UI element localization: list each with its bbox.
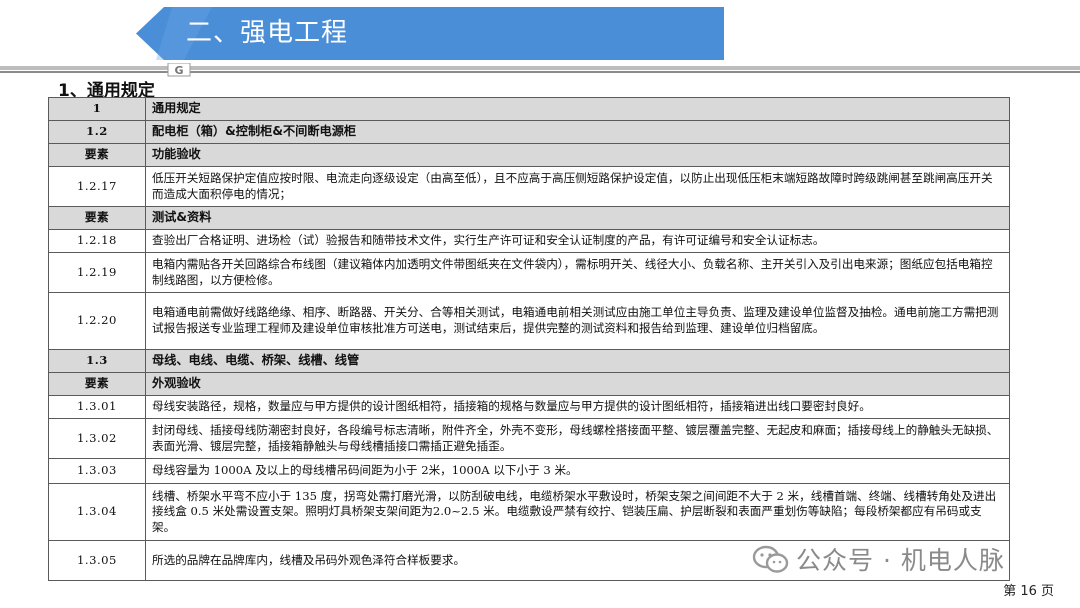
row-code: 1.2.19	[48, 252, 146, 293]
row-code: 1.3	[48, 349, 146, 373]
header-divider: G	[0, 63, 1080, 77]
logo-letter: G	[174, 64, 183, 77]
table-row: 1.3.03 母线容量为 1000A 及以上的母线槽吊码间距为小于 2米，100…	[48, 458, 1010, 484]
row-text: 电箱通电前需做好线路绝缘、相序、断路器、开关分、合等相关测试，电箱通电前相关测试…	[145, 292, 1010, 350]
table-row: 要素 测试&资料	[48, 206, 1010, 230]
spec-table: 1 通用规定 1.2 配电柜（箱）&控制柜&不间断电源柜 要素 功能验收 1.2…	[48, 97, 1010, 581]
row-code: 1.2.18	[48, 229, 146, 253]
table-row: 1.2.20 电箱通电前需做好线路绝缘、相序、断路器、开关分、合等相关测试，电箱…	[48, 292, 1010, 350]
row-text: 低压开关短路保护定值应按时限、电流走向逐级设定（由高至低），且不应高于高压侧短路…	[145, 166, 1010, 207]
table-row: 要素 外观验收	[48, 372, 1010, 396]
row-code: 1.3.02	[48, 418, 146, 459]
row-text: 电箱内需贴各开关回路综合布线图（建议箱体内加透明文件带图纸夹在文件袋内），需标明…	[145, 252, 1010, 293]
table-row: 1.2 配电柜（箱）&控制柜&不间断电源柜	[48, 120, 1010, 144]
table-row: 1.2.19 电箱内需贴各开关回路综合布线图（建议箱体内加透明文件带图纸夹在文件…	[48, 252, 1010, 293]
row-code: 1.2.20	[48, 292, 146, 350]
row-code: 1	[48, 97, 146, 121]
watermark-text: 公众号 · 机电人脉	[796, 546, 1005, 575]
table-row: 1.2.18 查验出厂合格证明、进场检（试）验报告和随带技术文件，实行生产许可证…	[48, 229, 1010, 253]
table-row: 要素 功能验收	[48, 143, 1010, 167]
row-code: 1.3.03	[48, 458, 146, 484]
row-code: 1.3.05	[48, 540, 146, 581]
table-row: 1.3 母线、电线、电缆、桥架、线槽、线管	[48, 349, 1010, 373]
row-text: 线槽、桥架水平弯不应小于 135 度，拐弯处需打磨光滑，以防刮破电线，电缆桥架水…	[145, 483, 1010, 541]
table-row: 1 通用规定	[48, 97, 1010, 121]
row-text: 配电柜（箱）&控制柜&不间断电源柜	[145, 120, 1010, 144]
row-code: 1.3.01	[48, 395, 146, 419]
row-text: 外观验收	[145, 372, 1010, 396]
row-text: 封闭母线、插接母线防潮密封良好，各段编号标志清晰，附件齐全，外壳不变形，母线螺栓…	[145, 418, 1010, 459]
header-title: 二、强电工程	[186, 18, 349, 48]
row-code: 要素	[48, 143, 146, 167]
row-code: 1.3.04	[48, 483, 146, 541]
table-row: 1.3.01 母线安装路径，规格，数量应与甲方提供的设计图纸相符，插接箱的规格与…	[48, 395, 1010, 419]
row-text: 母线安装路径，规格，数量应与甲方提供的设计图纸相符，插接箱的规格与数量应与甲方提…	[145, 395, 1010, 419]
row-code: 要素	[48, 206, 146, 230]
row-text: 通用规定	[145, 97, 1010, 121]
row-code: 要素	[48, 372, 146, 396]
row-text: 查验出厂合格证明、进场检（试）验报告和随带技术文件，实行生产许可证和安全认证制度…	[145, 229, 1010, 253]
row-text: 母线容量为 1000A 及以上的母线槽吊码间距为小于 2米，1000A 以下小于…	[145, 458, 1010, 484]
wechat-icon	[752, 545, 789, 573]
row-code: 1.2.17	[48, 166, 146, 207]
table-row: 1.3.02 封闭母线、插接母线防潮密封良好，各段编号标志清晰，附件齐全，外壳不…	[48, 418, 1010, 459]
table-row: 1.2.17 低压开关短路保护定值应按时限、电流走向逐级设定（由高至低），且不应…	[48, 166, 1010, 207]
table-row: 1.3.04 线槽、桥架水平弯不应小于 135 度，拐弯处需打磨光滑，以防刮破电…	[48, 483, 1010, 541]
row-text: 功能验收	[145, 143, 1010, 167]
page-number: 第 16 页	[1003, 584, 1054, 599]
row-code: 1.2	[48, 120, 146, 144]
row-text: 母线、电线、电缆、桥架、线槽、线管	[145, 349, 1010, 373]
row-text: 测试&资料	[145, 206, 1010, 230]
